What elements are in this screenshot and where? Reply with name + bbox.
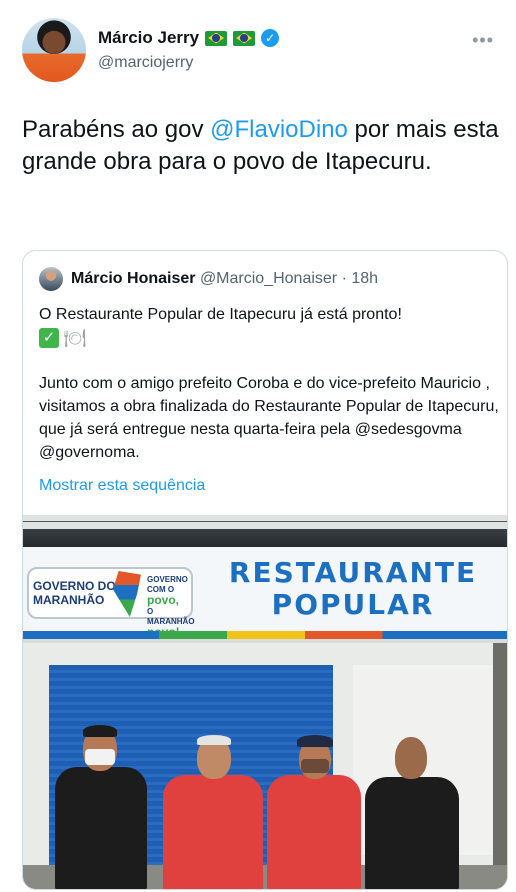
plate-cutlery-icon: 🍽 bbox=[63, 327, 87, 348]
quoted-text: O Restaurante Popular de Itapecuru já es… bbox=[39, 303, 499, 464]
face-mask bbox=[301, 759, 329, 773]
quoted-header: Márcio Honaiser @Marcio_Honaiser · 18h bbox=[71, 270, 378, 288]
gov-line-1: GOVERNO DO bbox=[33, 579, 116, 593]
hair bbox=[83, 725, 117, 737]
tweet-text-before: Parabéns ao gov bbox=[22, 116, 211, 143]
quoted-paragraph-2: Junto com o amigo prefeito Coroba e do v… bbox=[39, 375, 499, 461]
avatar[interactable] bbox=[22, 18, 86, 82]
mention-link[interactable]: @FlavioDino bbox=[210, 116, 348, 143]
head bbox=[395, 737, 427, 779]
quoted-tweet-card[interactable]: Márcio Honaiser @Marcio_Honaiser · 18h O… bbox=[22, 250, 508, 890]
display-name[interactable]: Márcio Jerry bbox=[98, 28, 199, 48]
black-shirt bbox=[55, 767, 147, 889]
white-hair bbox=[197, 735, 231, 745]
sign-title: RESTAURANTE POPULAR bbox=[203, 557, 503, 621]
quoted-avatar[interactable] bbox=[39, 267, 63, 291]
tweet: Márcio Jerry ✓ @marciojerry ••• Parabéns… bbox=[0, 0, 516, 892]
person-4 bbox=[365, 737, 461, 889]
quoted-paragraph-1: O Restaurante Popular de Itapecuru já es… bbox=[39, 303, 499, 349]
quoted-author-handle[interactable]: @Marcio_Honaiser bbox=[200, 270, 337, 287]
tweet-text: Parabéns ao gov @FlavioDino por mais est… bbox=[22, 114, 502, 178]
sign-title-line-1: RESTAURANTE bbox=[228, 556, 478, 589]
more-options-icon[interactable]: ••• bbox=[472, 30, 494, 51]
face-mask bbox=[85, 749, 115, 765]
person-3 bbox=[267, 733, 363, 889]
red-shirt bbox=[163, 775, 263, 889]
show-thread-link[interactable]: Mostrar esta sequência bbox=[39, 477, 205, 495]
restaurant-photo[interactable]: GOVERNO DO MARANHÃO GOVERNO COM O povo, … bbox=[23, 515, 507, 889]
power-wire bbox=[23, 521, 507, 522]
verified-badge-icon: ✓ bbox=[261, 29, 280, 47]
black-shirt bbox=[365, 777, 459, 889]
building-roof bbox=[23, 529, 507, 549]
sign-title-line-2: POPULAR bbox=[271, 588, 435, 621]
maranhao-map-icon bbox=[113, 571, 141, 617]
quoted-timestamp[interactable]: 18h bbox=[351, 270, 378, 287]
person-2 bbox=[163, 735, 263, 889]
governo-maranhao-logo: GOVERNO DO MARANHÃO GOVERNO COM O povo, … bbox=[27, 567, 195, 638]
gov-slogan-2: povo, bbox=[147, 593, 179, 607]
gov-slogan-3: O MARANHÃO bbox=[147, 607, 195, 626]
check-mark-icon: ✓ bbox=[39, 327, 59, 348]
red-shirt bbox=[267, 775, 361, 889]
brazil-flag-icon bbox=[205, 30, 228, 46]
sign-color-stripe bbox=[23, 631, 507, 639]
brazil-flag-icon bbox=[233, 30, 256, 46]
gov-slogan-1: GOVERNO COM O bbox=[147, 575, 188, 594]
gov-slogan: GOVERNO COM O povo, O MARANHÃO novo! bbox=[147, 575, 195, 638]
quoted-author-name[interactable]: Márcio Honaiser bbox=[71, 270, 195, 287]
person-1 bbox=[51, 723, 151, 889]
time-separator: · bbox=[337, 270, 352, 287]
gov-logo-text: GOVERNO DO MARANHÃO bbox=[33, 579, 116, 607]
quoted-paragraph-1-text: O Restaurante Popular de Itapecuru já es… bbox=[39, 306, 402, 323]
gov-line-2: MARANHÃO bbox=[33, 593, 105, 607]
author-handle[interactable]: @marciojerry bbox=[98, 54, 193, 72]
utility-post bbox=[493, 643, 507, 889]
cap bbox=[297, 735, 333, 747]
author-name-row: Márcio Jerry ✓ bbox=[98, 28, 280, 48]
